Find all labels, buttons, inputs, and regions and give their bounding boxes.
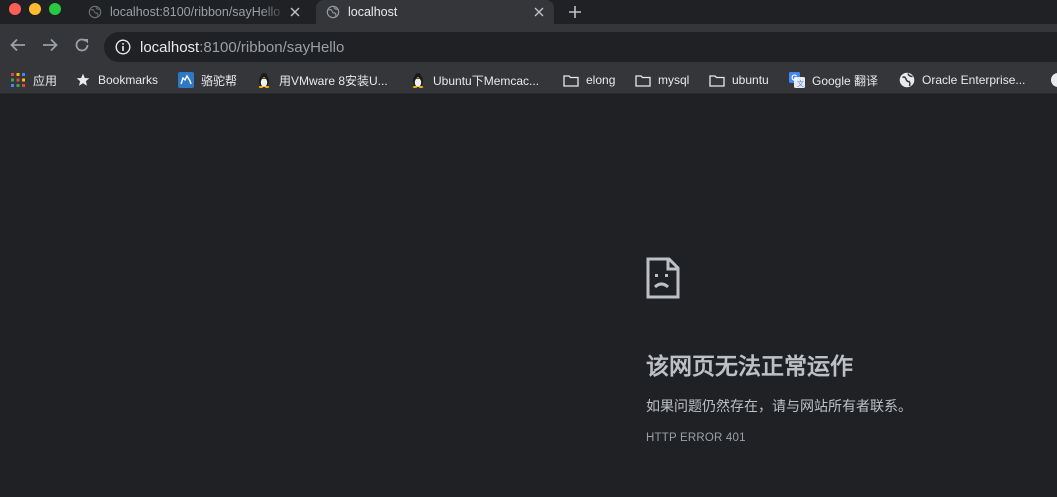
folder-icon (635, 72, 651, 88)
back-button[interactable] (8, 35, 28, 55)
camel-site-icon (178, 72, 194, 88)
close-tab-icon[interactable] (532, 5, 546, 19)
bookmark-label: Bookmarks (98, 73, 159, 87)
globe-icon (326, 5, 340, 19)
penguin-icon (256, 72, 272, 88)
error-code: HTTP ERROR 401 (646, 432, 746, 444)
bookmark-folder-ubuntu[interactable]: ubuntu (709, 71, 769, 89)
bookmark-label: elong (586, 73, 616, 87)
bookmark-label: 用VMware 8安装U... (279, 73, 388, 88)
tab-title: localhost (348, 5, 398, 19)
address-bar[interactable]: localhost:8100/ribbon/sayHello (104, 32, 1057, 62)
tab-localhost[interactable]: localhost (316, 0, 554, 24)
bookmark-item[interactable]: Ubuntu下Memcac... (410, 71, 539, 89)
bookmark-label: Ubuntu下Memcac... (433, 73, 540, 88)
error-description: 如果问题仍然存在，请与网站所有者联系。 (646, 399, 912, 415)
bookmark-label: Oracle Enterprise... (922, 73, 1026, 87)
bookmark-item[interactable]: Oracle Enterprise... (899, 71, 1025, 89)
page-content: 该网页无法正常运作 如果问题仍然存在，请与网站所有者联系。 HTTP ERROR… (0, 95, 1057, 497)
bookmark-apps[interactable]: 应用 (10, 71, 57, 89)
google-translate-icon: G文 (789, 72, 805, 88)
tab-saythello[interactable]: localhost:8100/ribbon/sayHello (78, 0, 310, 24)
bookmark-label: ubuntu (732, 73, 769, 87)
bookmark-label: Google 翻译 (812, 73, 879, 88)
arrow-right-icon (43, 38, 58, 52)
forward-button[interactable] (40, 35, 60, 55)
reload-icon (75, 38, 89, 52)
bookmark-item[interactable]: Bookmarks (75, 71, 158, 89)
bookmark-item[interactable]: 骆驼帮 (178, 71, 237, 89)
star-icon (75, 72, 91, 88)
bookmark-label: mysql (658, 73, 690, 87)
globe-icon (88, 5, 102, 19)
folder-icon (709, 72, 725, 88)
overflow-bookmark-icon[interactable] (1051, 73, 1057, 87)
bookmark-label: 骆驼帮 (201, 73, 238, 88)
bookmark-folder-mysql[interactable]: mysql (635, 71, 689, 89)
plus-icon (569, 6, 581, 18)
new-tab-button[interactable] (566, 3, 584, 21)
bookmark-label: 应用 (33, 73, 58, 88)
bookmark-item[interactable]: G文 Google 翻译 (789, 71, 878, 89)
bookmarks-bar: 应用 Bookmarks 骆驼帮 用VMware 8安装U... Ubuntu下… (0, 66, 1057, 94)
apps-grid-icon (10, 72, 26, 88)
bookmark-item[interactable]: 用VMware 8安装U... (256, 71, 388, 89)
info-icon[interactable] (115, 39, 131, 55)
reload-button[interactable] (72, 35, 92, 55)
tab-strip: localhost:8100/ribbon/sayHello localhost (0, 0, 1057, 24)
url-path: :8100/ribbon/sayHello (199, 38, 345, 56)
close-tab-icon[interactable] (288, 5, 302, 19)
sad-page-icon (646, 257, 680, 299)
svg-text:文: 文 (797, 79, 804, 88)
bookmark-folder-elong[interactable]: elong (563, 71, 615, 89)
zoom-window-button[interactable] (49, 3, 61, 15)
penguin-icon (410, 72, 426, 88)
url-text: localhost:8100/ribbon/sayHello (140, 39, 344, 56)
close-window-button[interactable] (9, 3, 21, 15)
minimize-window-button[interactable] (29, 3, 41, 15)
tab-title: localhost:8100/ribbon/sayHello (110, 5, 281, 19)
folder-icon (563, 72, 579, 88)
globe-icon (899, 72, 915, 88)
arrow-left-icon (10, 38, 25, 52)
toolbar: localhost:8100/ribbon/sayHello (0, 24, 1057, 66)
url-host: localhost (140, 38, 200, 56)
error-title: 该网页无法正常运作 (646, 354, 853, 380)
